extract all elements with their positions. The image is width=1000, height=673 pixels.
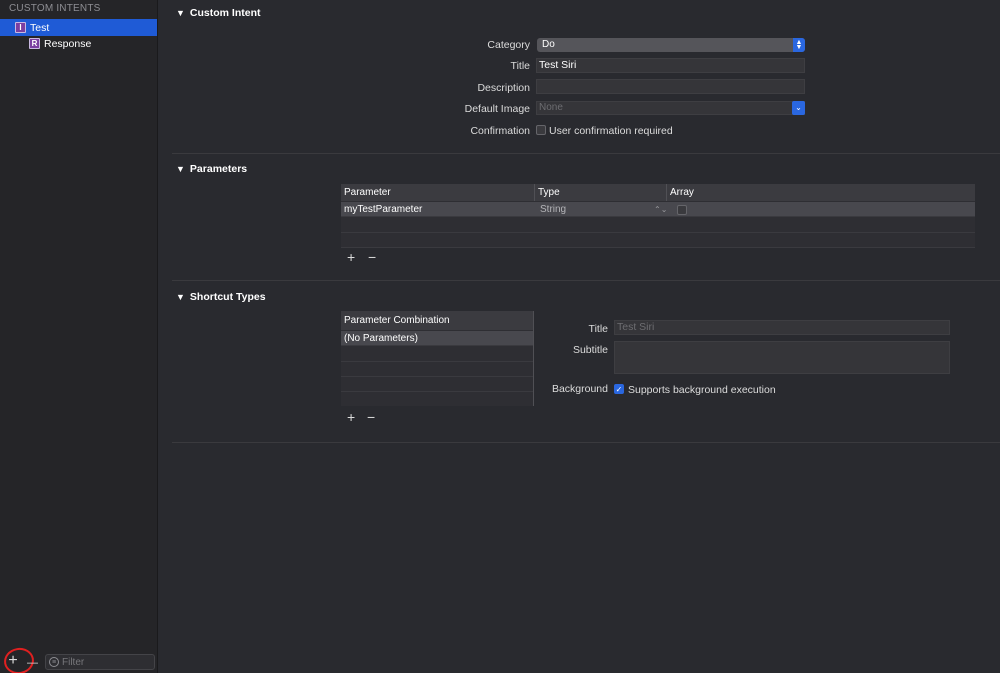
table-row	[341, 218, 975, 233]
filter-field[interactable]: ≡	[45, 654, 155, 670]
filter-icon: ≡	[49, 657, 59, 667]
description-label: Description	[477, 82, 530, 94]
column-header-array[interactable]: Array	[667, 184, 975, 201]
section-divider	[172, 442, 1000, 443]
custom-intent-section-header[interactable]: ▼ Custom Intent	[176, 7, 261, 19]
remove-parameter-button[interactable]: −	[368, 250, 376, 264]
sidebar-item-test[interactable]: I Test	[0, 19, 157, 36]
confirmation-checkbox[interactable]	[536, 125, 546, 135]
chevron-down-icon[interactable]: ⌄	[792, 101, 805, 115]
array-checkbox[interactable]	[677, 205, 687, 215]
remove-intent-button[interactable]: —	[27, 655, 38, 671]
list-item	[341, 347, 533, 362]
section-divider	[172, 153, 1000, 154]
column-header-parameter[interactable]: Parameter	[341, 184, 535, 201]
intents-sidebar: CUSTOM INTENTS I Test R Response + — ≡	[0, 0, 158, 673]
parameter-type-cell[interactable]: String	[540, 202, 566, 217]
category-label: Category	[487, 39, 530, 51]
sidebar-footer: + — ≡	[0, 645, 157, 673]
list-item	[341, 377, 533, 392]
column-header-parameter-combination: Parameter Combination	[341, 311, 533, 330]
sidebar-item-response[interactable]: R Response	[0, 35, 157, 52]
filter-input[interactable]	[62, 656, 152, 668]
disclosure-triangle-icon[interactable]: ▼	[176, 8, 185, 18]
default-image-combobox[interactable]: None ⌄	[536, 101, 805, 115]
category-popup[interactable]: Do ▲ ▼	[537, 38, 805, 52]
section-title: Shortcut Types	[189, 291, 266, 303]
section-divider	[172, 280, 1000, 281]
sidebar-header: CUSTOM INTENTS	[9, 3, 101, 14]
intent-badge-icon: I	[15, 22, 26, 33]
popup-arrows-icon: ▲ ▼	[793, 38, 805, 52]
disclosure-triangle-icon[interactable]: ▼	[176, 164, 185, 174]
section-title: Parameters	[189, 163, 248, 175]
default-image-value: None	[539, 102, 563, 113]
title-label: Title	[510, 60, 530, 72]
parameters-section-header[interactable]: ▼ Parameters	[176, 163, 247, 175]
confirmation-label: Confirmation	[470, 125, 530, 137]
subtitle-field[interactable]	[614, 341, 950, 374]
background-label: Background	[551, 383, 608, 395]
confirmation-text: User confirmation required	[549, 125, 673, 137]
table-row	[341, 233, 975, 248]
category-value: Do	[542, 39, 555, 50]
disclosure-triangle-icon[interactable]: ▼	[176, 292, 185, 302]
shortcut-title-label: Title	[588, 323, 608, 335]
combination-label: (No Parameters)	[344, 333, 418, 344]
shortcut-title-field[interactable]: Test Siri	[614, 320, 950, 335]
title-field[interactable]: Test Siri	[536, 58, 805, 73]
background-text: Supports background execution	[628, 384, 776, 396]
add-intent-button[interactable]: +	[1, 645, 37, 673]
description-field[interactable]	[536, 79, 805, 94]
add-parameter-button[interactable]: +	[347, 250, 355, 264]
parameters-table: Parameter Type Array myTestParameter Str…	[341, 184, 975, 248]
sidebar-item-label: Response	[44, 37, 92, 50]
checkmark-icon: ✓	[615, 384, 623, 394]
parameter-name-cell[interactable]: myTestParameter	[344, 202, 422, 217]
subtitle-label: Subtitle	[572, 344, 608, 356]
response-badge-icon: R	[29, 38, 40, 49]
table-row[interactable]: myTestParameter String ⌃⌄	[341, 202, 975, 217]
section-title: Custom Intent	[189, 7, 261, 19]
list-item	[341, 362, 533, 377]
sidebar-item-label: Test	[30, 21, 50, 34]
list-item	[341, 392, 533, 407]
default-image-label: Default Image	[464, 103, 530, 115]
list-item[interactable]: (No Parameters)	[341, 331, 533, 346]
shortcut-types-section-header[interactable]: ▼ Shortcut Types	[176, 291, 266, 303]
parameter-combination-list: Parameter Combination (No Parameters)	[341, 311, 534, 406]
add-combination-button[interactable]: +	[347, 410, 355, 424]
column-header-type[interactable]: Type	[535, 184, 667, 201]
remove-combination-button[interactable]: −	[367, 410, 375, 424]
background-checkbox[interactable]: ✓	[614, 384, 624, 394]
updown-arrows-icon: ⌃⌄	[654, 205, 668, 214]
